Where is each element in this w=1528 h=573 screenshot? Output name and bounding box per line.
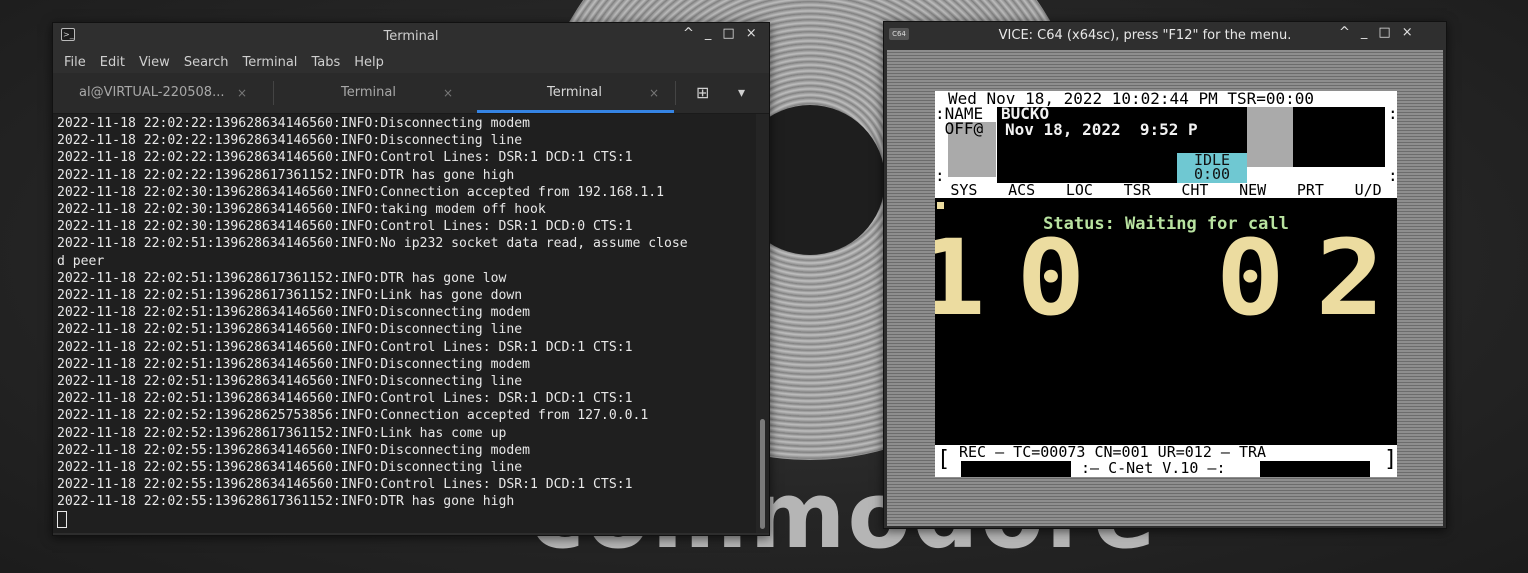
c64-cursor: [937, 202, 944, 209]
bbs-idle-indicator: IDLE 0:00: [1177, 153, 1247, 183]
terminal-tab-bar: al@VIRTUAL-220508... × Terminal × Termin…: [53, 73, 769, 114]
terminal-window[interactable]: >_ Terminal ^ _ □ × File Edit View Searc…: [52, 22, 770, 536]
tab-close-icon[interactable]: ×: [237, 73, 247, 113]
terminal-line: d peer: [57, 253, 105, 269]
terminal-line: 2022-11-18 22:02:51:139628634146560:INFO…: [57, 322, 523, 338]
bbs-sysop-menu: SYS ACS LOC TSR CHT NEW PRT U/D: [935, 183, 1397, 198]
bbs-colon-marker: :: [935, 166, 945, 185]
vice-titlebar[interactable]: C64 VICE: C64 (x64sc), press "F12" for t…: [884, 22, 1446, 50]
terminal-line: 2022-11-18 22:02:51:139628634146560:INFO…: [57, 305, 530, 321]
terminal-line: 2022-11-18 22:02:30:139628634146560:INFO…: [57, 184, 664, 200]
terminal-menubar: File Edit View Search Terminal Tabs Help: [53, 51, 769, 73]
terminal-line: 2022-11-18 22:02:22:139628634146560:INFO…: [57, 133, 523, 149]
terminal-line: 2022-11-18 22:02:51:139628634146560:INFO…: [57, 391, 633, 407]
menu-help[interactable]: Help: [354, 55, 384, 70]
terminal-line: 2022-11-18 22:02:22:139628617361152:INFO…: [57, 167, 515, 183]
terminal-line: 2022-11-18 22:02:55:139628634146560:INFO…: [57, 460, 523, 476]
menu-tabs[interactable]: Tabs: [311, 55, 340, 70]
restore-icon[interactable]: □: [1378, 25, 1390, 40]
bbs-header-grey-block-right: [1247, 107, 1293, 167]
terminal-titlebar[interactable]: >_ Terminal ^ _ □ ×: [53, 23, 769, 51]
bbs-menu-ud: U/D: [1354, 181, 1382, 199]
bbs-header-black-block: [1293, 107, 1385, 167]
terminal-line: 2022-11-18 22:02:55:139628617361152:INFO…: [57, 494, 515, 510]
close-icon[interactable]: ×: [1402, 25, 1413, 40]
terminal-cursor: [57, 510, 67, 528]
vice-window-controls: ^ _ □ ×: [1339, 25, 1413, 40]
menu-search[interactable]: Search: [184, 55, 229, 70]
minimize-icon[interactable]: _: [705, 26, 712, 41]
tab-close-icon[interactable]: ×: [649, 73, 659, 113]
terminal-line: 2022-11-18 22:02:30:139628634146560:INFO…: [57, 202, 546, 218]
terminal-title: Terminal: [383, 29, 439, 44]
terminal-scrollbar[interactable]: [756, 114, 769, 533]
menu-terminal[interactable]: Terminal: [242, 55, 297, 70]
restore-icon[interactable]: □: [722, 26, 734, 41]
bbs-menu-tsr: TSR: [1123, 181, 1151, 199]
bbs-colon-marker: :: [1388, 166, 1397, 185]
tab-terminal-active[interactable]: Terminal ×: [477, 73, 674, 113]
menu-view[interactable]: View: [139, 55, 170, 70]
bbs-menu-sys: SYS: [950, 181, 978, 199]
terminal-line: 2022-11-18 22:02:51:139628617361152:INFO…: [57, 270, 507, 286]
bbs-last-on-date: Nov 18, 2022 9:52 P: [1005, 120, 1198, 139]
maximize-chevron-icon[interactable]: ^: [1339, 25, 1350, 40]
terminal-line: 2022-11-18 22:02:55:139628634146560:INFO…: [57, 442, 530, 458]
menu-file[interactable]: File: [64, 55, 86, 70]
tab-label: al@VIRTUAL-220508...: [79, 85, 225, 100]
bbs-colon-marker: :: [1388, 104, 1397, 123]
bbs-last-on-label: OFF@: [935, 119, 984, 138]
terminal-line: 2022-11-18 22:02:55:139628634146560:INFO…: [57, 477, 633, 493]
tab-divider: [675, 81, 676, 105]
minimize-icon[interactable]: _: [1361, 25, 1368, 40]
terminal-line: 2022-11-18 22:02:51:139628634146560:INFO…: [57, 356, 530, 372]
maximize-chevron-icon[interactable]: ^: [683, 26, 694, 41]
bbs-footer-black-block: [961, 461, 1071, 477]
bbs-footer-version: :— C-Net V.10 —:: [1081, 459, 1226, 477]
bbs-menu-cht: CHT: [1181, 181, 1209, 199]
bbs-footer-bracket-left: [: [937, 447, 951, 472]
tab-close-icon[interactable]: ×: [443, 73, 453, 113]
terminal-line: 2022-11-18 22:02:51:139628634146560:INFO…: [57, 374, 523, 390]
terminal-window-controls: ^ _ □ ×: [683, 26, 757, 41]
terminal-line: 2022-11-18 22:02:51:139628634146560:INFO…: [57, 339, 633, 355]
bbs-menu-acs: ACS: [1008, 181, 1036, 199]
terminal-line: 2022-11-18 22:02:51:139628634146560:INFO…: [57, 236, 688, 252]
bbs-footer-stats: REC — TC=00073 CN=001 UR=012 — TRA: [959, 443, 1267, 461]
bbs-big-clock: 10 02: [935, 217, 1397, 339]
c64-border: Wed Nov 18, 2022 10:02:44 PM TSR=00:00 :…: [887, 50, 1443, 526]
c64-screen[interactable]: Wed Nov 18, 2022 10:02:44 PM TSR=00:00 :…: [935, 91, 1397, 477]
idle-time: 0:00: [1193, 165, 1231, 183]
bbs-menu-prt: PRT: [1296, 181, 1324, 199]
tab-label: Terminal: [547, 85, 602, 100]
tabs-dropdown-icon[interactable]: ▾: [738, 73, 745, 113]
bbs-menu-new: NEW: [1239, 181, 1267, 199]
tab-terminal-2[interactable]: Terminal ×: [341, 73, 471, 113]
terminal-output[interactable]: 2022-11-18 22:02:22:139628634146560:INFO…: [53, 114, 756, 533]
tab-ssh-session[interactable]: al@VIRTUAL-220508... ×: [79, 73, 269, 113]
bbs-footer-black-block: [1260, 461, 1370, 477]
close-icon[interactable]: ×: [746, 26, 757, 41]
terminal-prompt-line: [57, 510, 756, 530]
terminal-line: 2022-11-18 22:02:22:139628634146560:INFO…: [57, 116, 530, 131]
tab-label: Terminal: [341, 85, 396, 100]
terminal-line: 2022-11-18 22:02:52:139628625753856:INFO…: [57, 408, 649, 424]
scrollbar-thumb[interactable]: [760, 419, 765, 529]
terminal-line: 2022-11-18 22:02:30:139628634146560:INFO…: [57, 219, 633, 235]
terminal-line: 2022-11-18 22:02:52:139628617361152:INFO…: [57, 425, 507, 441]
menu-edit[interactable]: Edit: [100, 55, 125, 70]
new-tab-icon[interactable]: ⊞: [696, 73, 709, 113]
bbs-footer-bracket-right: ]: [1384, 447, 1397, 472]
vice-title: VICE: C64 (x64sc), press "F12" for the m…: [998, 28, 1292, 43]
terminal-line: 2022-11-18 22:02:22:139628634146560:INFO…: [57, 150, 633, 166]
terminal-line: 2022-11-18 22:02:51:139628617361152:INFO…: [57, 288, 523, 304]
bbs-menu-loc: LOC: [1065, 181, 1093, 199]
vice-window[interactable]: C64 VICE: C64 (x64sc), press "F12" for t…: [883, 21, 1447, 529]
tab-divider: [273, 81, 274, 105]
